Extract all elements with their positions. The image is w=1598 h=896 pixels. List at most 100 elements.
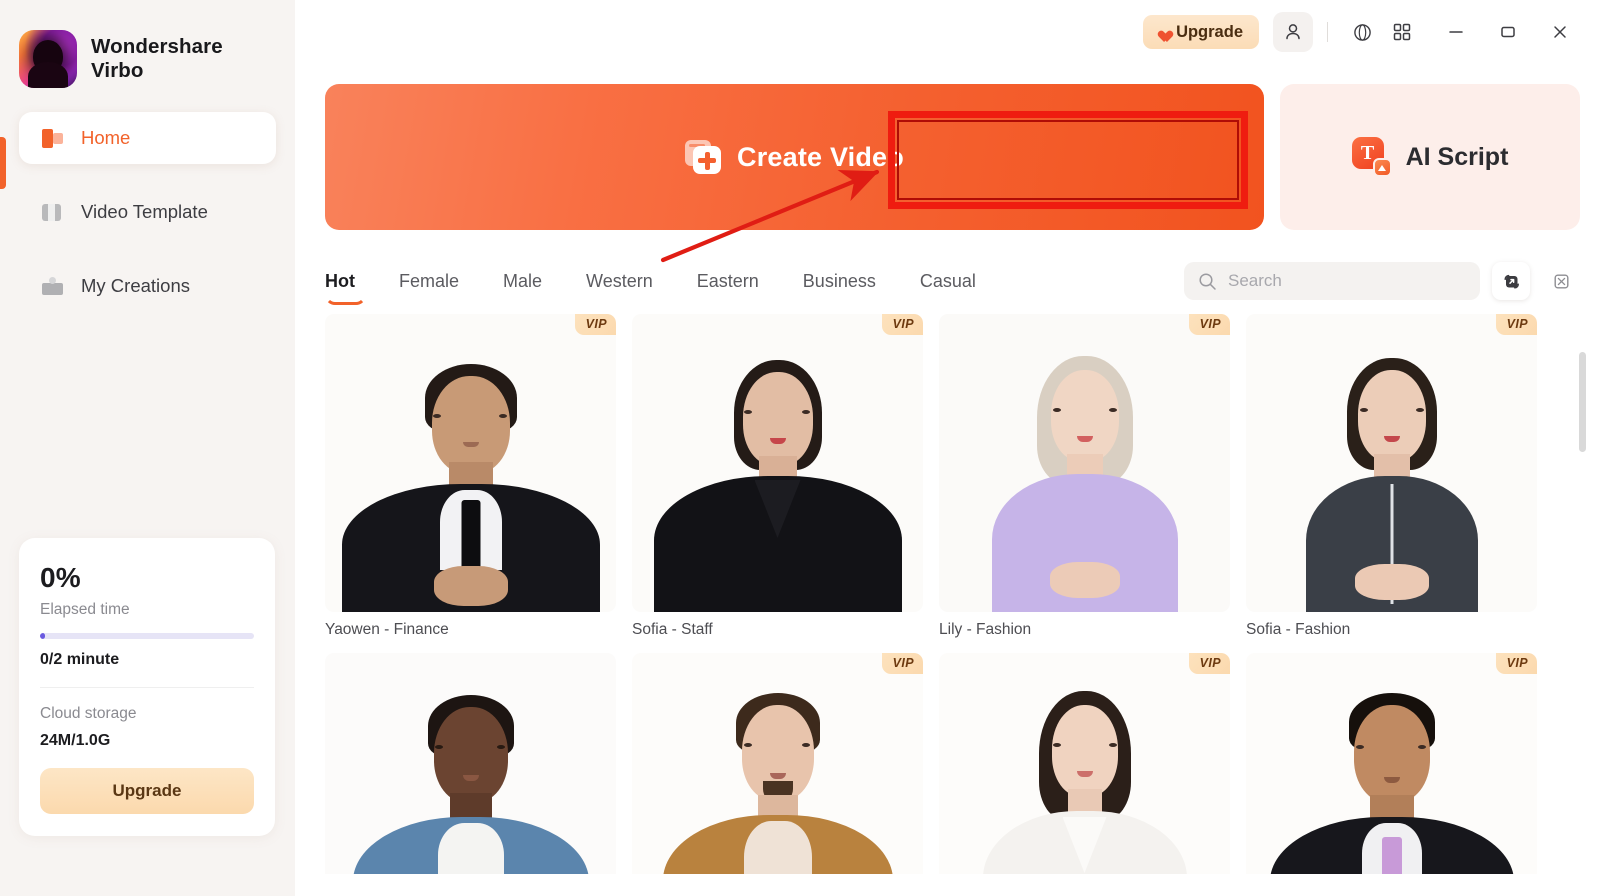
sidebar-item-my-creations[interactable]: My Creations	[19, 260, 276, 312]
app-brand: Wondershare Virbo	[0, 0, 295, 88]
action-banner-row: Create Video T AI Script	[295, 64, 1598, 230]
usage-divider	[40, 687, 254, 688]
content-scrollbar[interactable]	[1579, 352, 1586, 868]
avatar-thumbnail[interactable]	[325, 653, 616, 874]
avatar-card[interactable]: VIP Sofia - Fashion	[1246, 314, 1537, 639]
avatar-card[interactable]: VIP	[632, 653, 923, 874]
vip-badge: VIP	[1188, 653, 1230, 674]
elapsed-time-label: Elapsed time	[40, 601, 130, 618]
virbo-app-window: Wondershare Virbo Home Video Template My…	[0, 0, 1598, 896]
avatar-thumbnail[interactable]: VIP	[632, 314, 923, 612]
close-button[interactable]	[1540, 12, 1580, 52]
sidebar-item-video-template[interactable]: Video Template	[19, 186, 276, 238]
avatar-card[interactable]: VIP	[1246, 653, 1537, 874]
help-button[interactable]	[1342, 12, 1382, 52]
avatar-name: Sofia - Staff	[632, 621, 713, 638]
tab-male[interactable]: Male	[503, 271, 567, 292]
expand-avatar-icon	[1503, 274, 1519, 289]
avatar-thumbnail[interactable]: VIP	[1246, 314, 1537, 612]
scrollbar-thumb[interactable]	[1579, 352, 1586, 452]
elapsed-progress-fill	[40, 633, 45, 639]
tab-eastern[interactable]: Eastern	[697, 271, 784, 292]
grid-apps-icon	[1393, 23, 1411, 41]
avatar-name: Lily - Fashion	[939, 621, 1032, 638]
account-button[interactable]	[1273, 12, 1313, 52]
avatar-figure	[1246, 653, 1537, 874]
avatar-card[interactable]	[325, 653, 616, 874]
sidebar-item-home-label: Home	[81, 127, 131, 148]
crop-avatar-view-button[interactable]	[1542, 262, 1580, 300]
my-creations-icon	[40, 274, 65, 299]
brand-name-line1: Wondershare	[91, 34, 223, 58]
brand-name: Wondershare Virbo	[91, 35, 223, 83]
upgrade-button[interactable]: Upgrade	[1143, 15, 1259, 49]
search-box[interactable]	[1184, 262, 1480, 300]
cloud-storage-label: Cloud storage	[40, 705, 137, 722]
vip-badge: VIP	[1188, 314, 1230, 335]
avatar-card[interactable]: VIP	[325, 314, 616, 639]
avatar-figure	[1246, 314, 1537, 612]
avatar-figure	[939, 314, 1230, 612]
sidebar-nav: Home Video Template My Creations	[0, 112, 295, 312]
video-template-icon	[40, 200, 65, 225]
avatar-figure	[325, 314, 616, 612]
tab-business[interactable]: Business	[803, 271, 901, 292]
tab-female[interactable]: Female	[399, 271, 484, 292]
avatar-thumbnail[interactable]: VIP	[632, 653, 923, 874]
cloud-storage-value: 24M/1.0G	[40, 732, 111, 749]
minimize-icon	[1449, 31, 1463, 33]
maximize-button[interactable]	[1488, 12, 1528, 52]
create-video-banner[interactable]: Create Video	[325, 84, 1264, 230]
avatar-thumbnail[interactable]: VIP	[1246, 653, 1537, 874]
expand-avatar-view-button[interactable]	[1492, 262, 1530, 300]
ai-text-icon: T	[1351, 137, 1392, 177]
avatar-figure	[632, 314, 923, 612]
avatar-name: Sofia - Fashion	[1246, 621, 1351, 638]
filter-toolbar: Hot Female Male Western Eastern Business…	[295, 230, 1598, 305]
avatar-figure	[325, 653, 616, 874]
window-titlebar: Upgrade	[295, 0, 1598, 64]
avatar-thumbnail[interactable]: VIP	[939, 653, 1230, 874]
user-icon	[1286, 24, 1300, 40]
sidebar-item-video-template-label: Video Template	[81, 201, 208, 222]
main-content: Upgrade Create Video T AI Script Hot Fem…	[295, 0, 1598, 896]
vip-badge: VIP	[1495, 314, 1537, 335]
search-input[interactable]	[1228, 271, 1480, 291]
tab-casual[interactable]: Casual	[920, 271, 1001, 292]
heart-icon	[1155, 26, 1169, 39]
search-icon	[1199, 272, 1216, 290]
category-tabs: Hot Female Male Western Eastern Business…	[325, 271, 1001, 305]
sidebar-upgrade-button[interactable]: Upgrade	[40, 768, 254, 814]
avatar-card[interactable]: VIP Sofia - Staff	[632, 314, 923, 639]
virbo-avatar-logo-icon	[19, 30, 77, 88]
ai-script-label: AI Script	[1405, 142, 1509, 171]
elapsed-percent: 0%	[40, 562, 81, 593]
create-video-button[interactable]: Create Video	[685, 138, 904, 176]
home-icon	[40, 126, 65, 151]
avatar-grid: VIP Yaowen - Finance VIP Sofia - Staff V…	[325, 314, 1567, 874]
vip-badge: VIP	[574, 314, 616, 335]
create-video-label: Create Video	[737, 141, 904, 172]
elapsed-progress-text: 0/2 minute	[40, 651, 120, 668]
vip-badge: VIP	[881, 653, 923, 674]
avatar-card[interactable]: VIP	[939, 653, 1230, 874]
brand-name-line2: Virbo	[91, 59, 144, 82]
vip-badge: VIP	[1495, 653, 1537, 674]
upgrade-button-label: Upgrade	[1176, 22, 1243, 41]
avatar-card[interactable]: VIP Lily - Fashion	[939, 314, 1230, 639]
apps-button[interactable]	[1382, 12, 1422, 52]
tab-western[interactable]: Western	[586, 271, 678, 292]
avatar-figure	[939, 653, 1230, 874]
minimize-button[interactable]	[1436, 12, 1476, 52]
sidebar-item-home[interactable]: Home	[19, 112, 276, 164]
sidebar-item-my-creations-label: My Creations	[81, 275, 190, 296]
sidebar: Wondershare Virbo Home Video Template My…	[0, 0, 295, 896]
avatar-thumbnail[interactable]: VIP	[325, 314, 616, 612]
usage-card: 0% Elapsed time 0/2 minute Cloud storage…	[19, 538, 275, 836]
ai-script-card[interactable]: T AI Script	[1280, 84, 1580, 230]
tab-hot[interactable]: Hot	[325, 271, 380, 305]
avatar-thumbnail[interactable]: VIP	[939, 314, 1230, 612]
avatar-figure	[632, 653, 923, 874]
globe-icon	[1353, 23, 1371, 41]
elapsed-progress-bar	[40, 633, 254, 639]
